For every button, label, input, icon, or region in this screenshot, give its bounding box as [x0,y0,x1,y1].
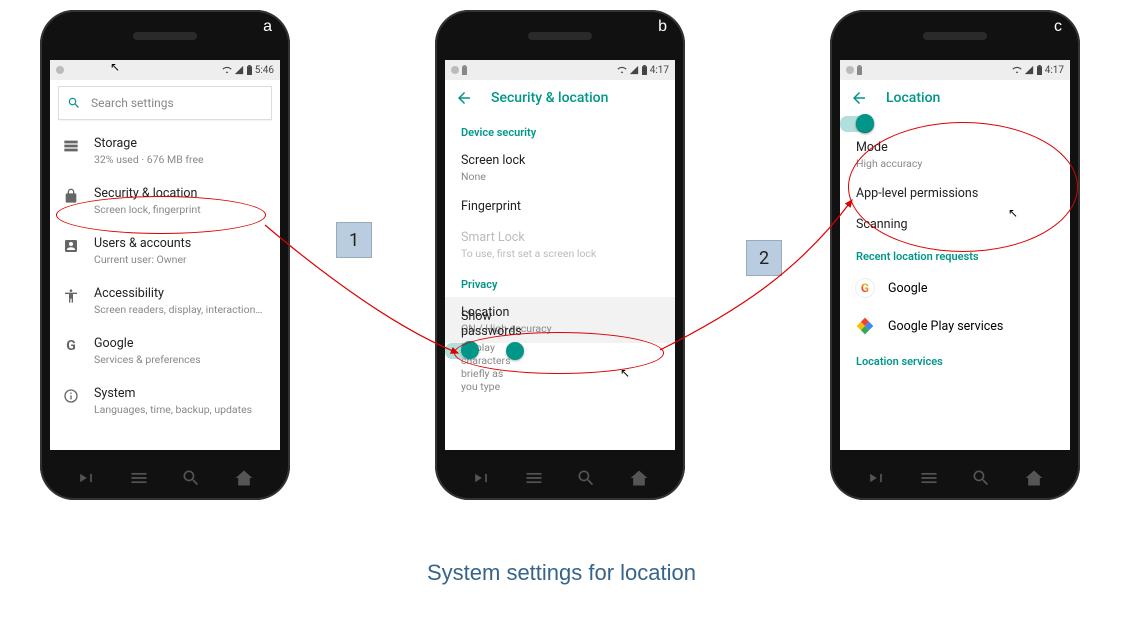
info-icon [62,386,80,404]
settings-row-accessibility[interactable]: AccessibilityScreen readers, display, in… [50,276,280,326]
search-settings-input[interactable]: Search settings [58,86,272,120]
loc-app-play-services[interactable]: Google Play services [840,307,1070,345]
pref-location-toggle[interactable]: On [840,116,872,132]
step-badge-2: 2 [746,240,782,276]
phone-c: c 4:17 Location On Mode High accuracy Ap… [830,10,1080,500]
cursor-icon: ↖ [110,60,120,74]
android-nav-bar [435,468,685,488]
battery-icon [641,65,648,75]
status-time: 4:17 [1045,65,1064,76]
status-dot-icon [451,66,459,74]
back-icon[interactable] [471,468,491,488]
section-privacy: Privacy [445,268,675,297]
status-time: 4:17 [650,65,669,76]
pref-smart-lock: Smart Lock To use, first set a screen lo… [445,222,675,268]
figure-caption: System settings for location [0,560,1123,586]
phone-label-c: c [1054,18,1062,36]
appbar-title: Location [886,90,940,106]
back-icon[interactable] [76,468,96,488]
storage-icon [62,136,80,154]
pref-fingerprint[interactable]: Fingerprint [445,191,675,222]
android-nav-bar [830,468,1080,488]
search-icon [67,96,81,110]
pref-mode[interactable]: Mode High accuracy [840,132,1070,178]
signal-icon [234,65,244,75]
phone-label-a: a [263,18,272,36]
play-services-icon [854,315,876,337]
users-icon [62,236,80,254]
section-recent-requests: Recent location requests [840,240,1070,269]
earpiece [923,32,987,40]
status-dot-icon [56,66,64,74]
pref-show-passwords[interactable]: Show passwords Display characters briefl… [445,343,477,359]
menu-icon[interactable] [524,468,544,488]
phone-label-b: b [658,18,667,36]
battery-icon [1036,65,1043,75]
signal-icon [629,65,639,75]
app-bar: Location [840,80,1070,116]
menu-icon[interactable] [919,468,939,488]
lock-icon [62,186,80,204]
screen-c: 4:17 Location On Mode High accuracy App-… [840,60,1070,450]
status-bar: 4:17 [445,60,675,80]
back-arrow-icon[interactable] [455,89,473,107]
search-nav-icon[interactable] [576,468,596,488]
settings-row-storage[interactable]: Storage32% used · 676 MB free [50,126,280,176]
phone-b: b 4:17 Security & location Device securi… [435,10,685,500]
android-nav-bar [40,468,290,488]
earpiece [133,32,197,40]
home-icon[interactable] [629,468,649,488]
settings-row-google[interactable]: G GoogleServices & preferences [50,326,280,376]
wifi-icon [617,65,627,75]
status-time: 5:46 [255,65,274,76]
wifi-icon [222,65,232,75]
search-nav-icon[interactable] [971,468,991,488]
section-device-security: Device security [445,116,675,145]
home-icon[interactable] [1024,468,1044,488]
battery-icon [246,65,253,75]
search-placeholder: Search settings [91,96,174,110]
pref-scanning[interactable]: Scanning [840,209,1070,240]
phone-a: a 5:46 Search settings Storage32% used ·… [40,10,290,500]
pref-screen-lock[interactable]: Screen lock None [445,145,675,191]
search-nav-icon[interactable] [181,468,201,488]
screen-a: 5:46 Search settings Storage32% used · 6… [50,60,280,450]
screen-b: 4:17 Security & location Device security… [445,60,675,450]
battery-small-icon [856,65,863,75]
accessibility-icon [62,286,80,304]
loc-app-google[interactable]: G Google [840,269,1070,307]
settings-row-security-location[interactable]: Security & locationScreen lock, fingerpr… [50,176,280,226]
cursor-icon: ↖ [620,366,630,380]
battery-small-icon [461,65,468,75]
cursor-icon: ↖ [1008,206,1018,220]
signal-icon [1024,65,1034,75]
status-bar: 4:17 [840,60,1070,80]
pref-app-permissions[interactable]: App-level permissions [840,178,1070,209]
back-icon[interactable] [866,468,886,488]
back-arrow-icon[interactable] [850,89,868,107]
earpiece [528,32,592,40]
appbar-title: Security & location [491,90,608,106]
wifi-icon [1012,65,1022,75]
google-g-icon: G [62,336,80,354]
status-dot-icon [846,66,854,74]
app-bar: Security & location [445,80,675,116]
home-icon[interactable] [234,468,254,488]
menu-icon[interactable] [129,468,149,488]
google-logo-icon: G [854,277,876,299]
settings-row-system[interactable]: SystemLanguages, time, backup, updates [50,376,280,426]
step-badge-1: 1 [336,222,372,258]
settings-row-users[interactable]: Users & accountsCurrent user: Owner [50,226,280,276]
status-bar: 5:46 [50,60,280,80]
section-location-services: Location services [840,345,1070,374]
